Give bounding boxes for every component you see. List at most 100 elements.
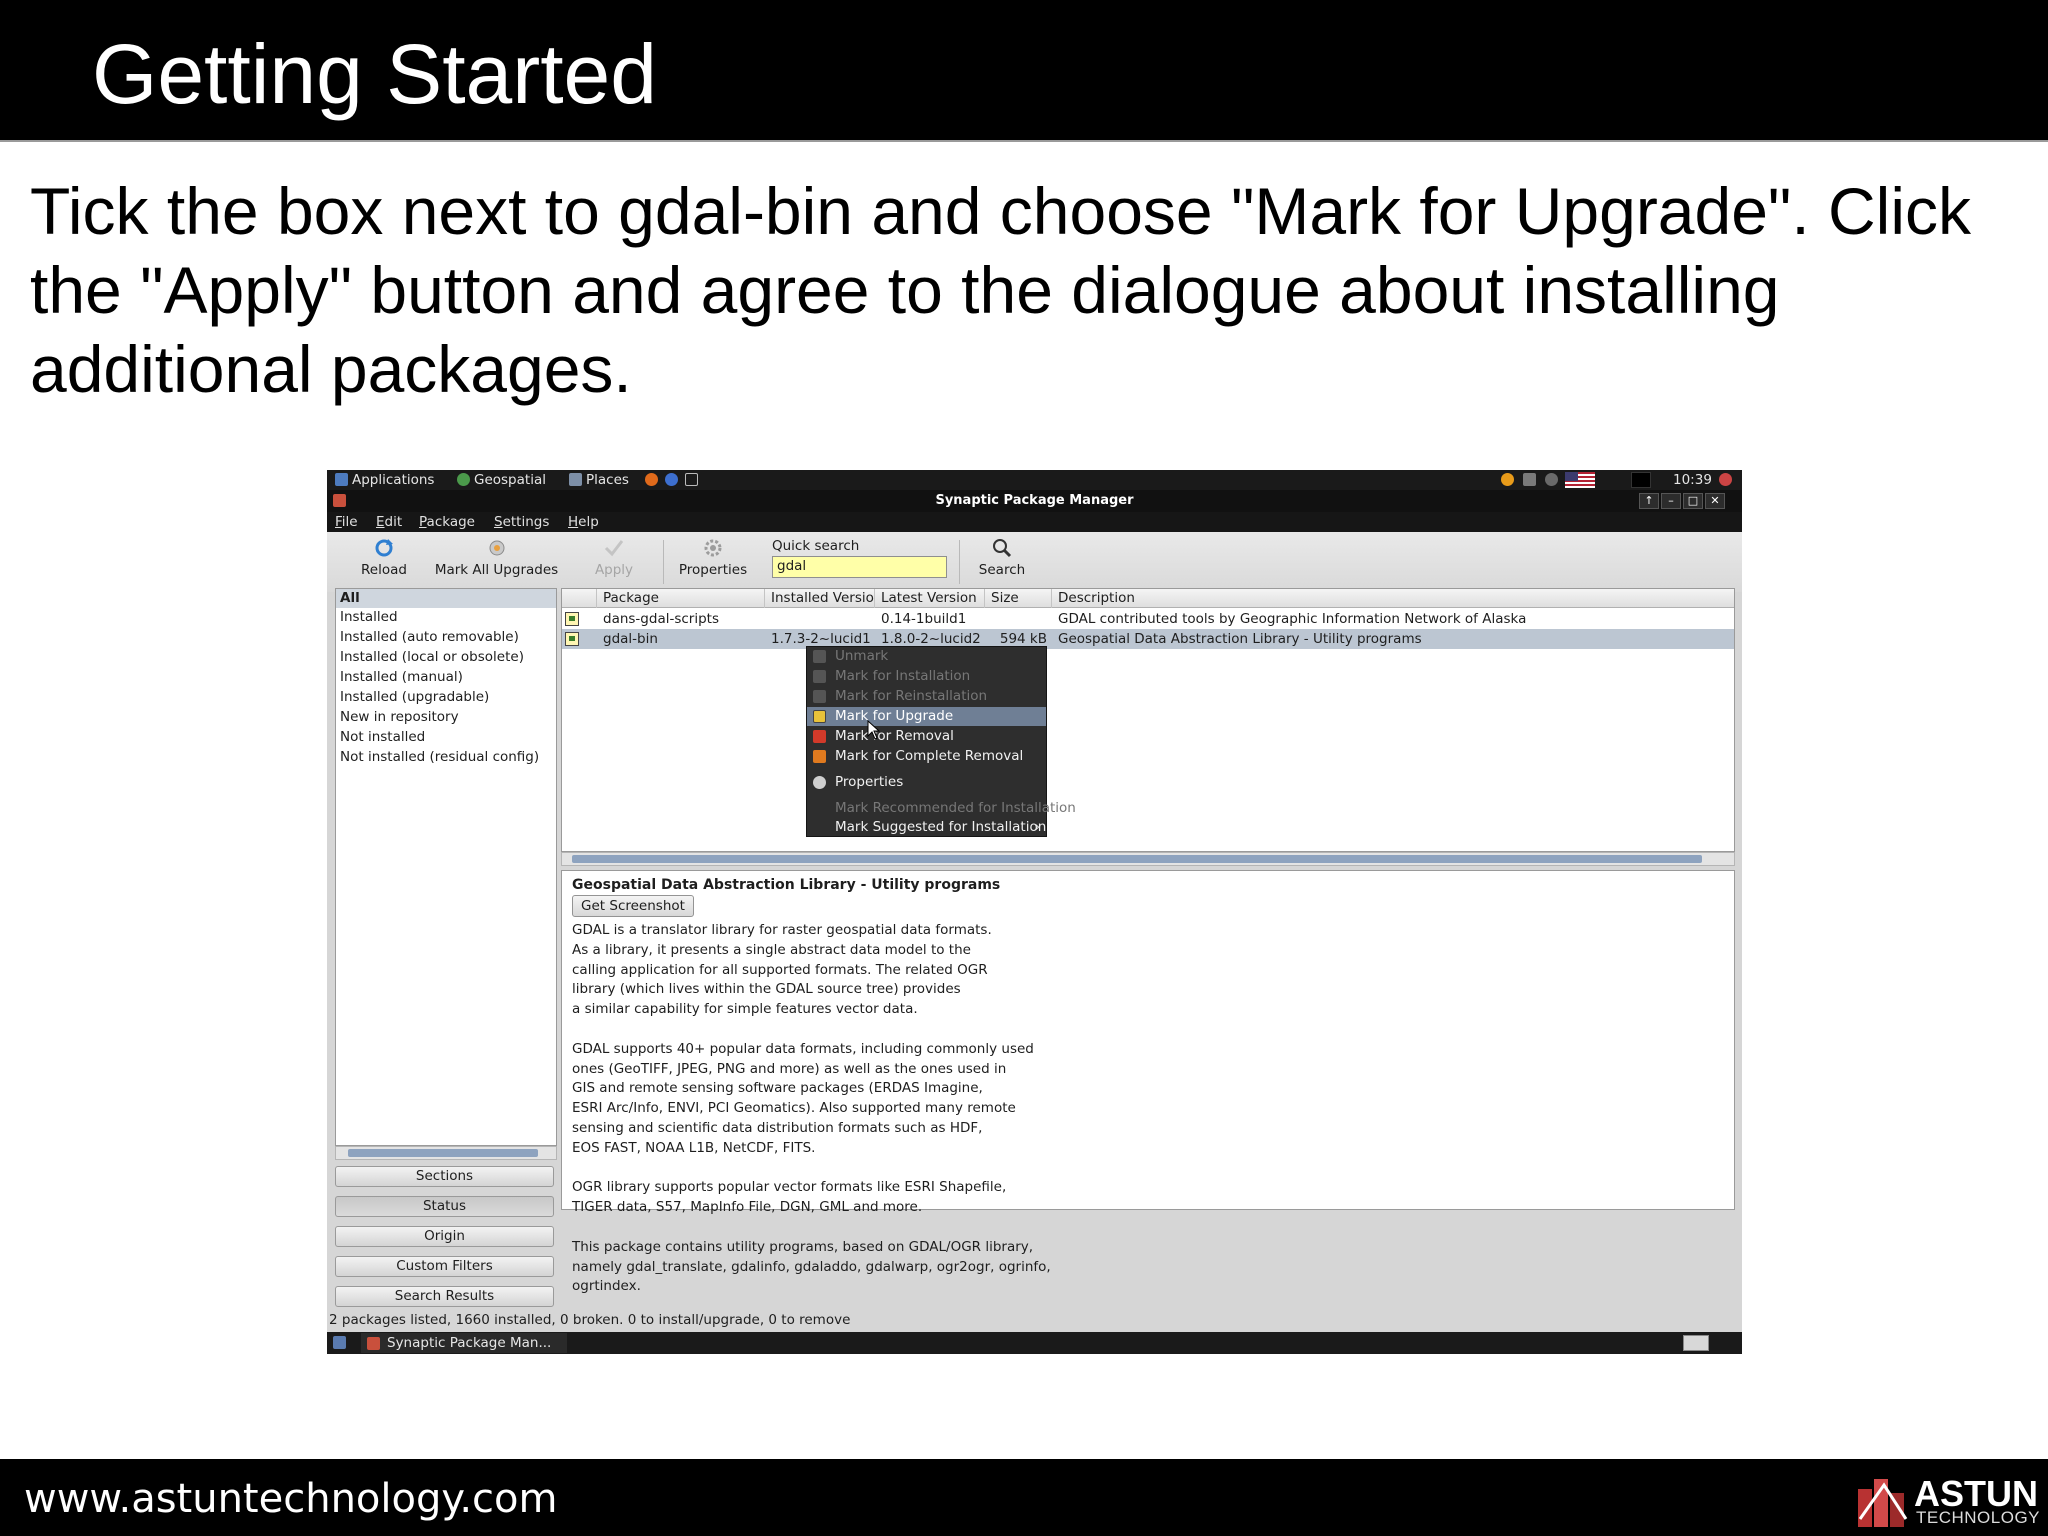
window-close-button[interactable]: ✕: [1705, 493, 1725, 509]
mark-all-upgrades-button[interactable]: Mark All Upgrades: [429, 538, 564, 578]
menu-file[interactable]: File: [335, 514, 358, 530]
applications-icon: [335, 473, 348, 486]
window-titlebar[interactable]: Synaptic Package Manager ↑ – □ ✕: [327, 490, 1742, 512]
menu-item-properties[interactable]: Properties: [807, 773, 1046, 792]
menu-item-mark-recommended[interactable]: Mark Recommended for Installation: [807, 799, 1076, 818]
filter-list-scrollbar[interactable]: [335, 1146, 557, 1160]
toolbar-separator: [663, 540, 664, 584]
menu-item-unmark[interactable]: Unmark: [807, 647, 1046, 666]
package-description: GDAL contributed tools by Geographic Inf…: [1058, 611, 1527, 627]
menu-item-mark-for-complete-removal[interactable]: Mark for Complete Removal: [807, 747, 1046, 766]
cpu-monitor-icon: [1631, 472, 1651, 492]
window-title: Synaptic Package Manager: [935, 493, 1134, 508]
firefox-launcher-icon[interactable]: [645, 472, 662, 488]
panel-applications-menu[interactable]: Applications: [335, 472, 434, 488]
custom-filters-button[interactable]: Custom Filters: [335, 1256, 554, 1277]
package-status-checkbox[interactable]: [565, 632, 579, 646]
panel-geospatial-menu[interactable]: Geospatial: [457, 472, 546, 488]
get-screenshot-button[interactable]: Get Screenshot: [572, 895, 694, 917]
origin-button[interactable]: Origin: [335, 1226, 554, 1247]
menu-item-mark-for-installation[interactable]: Mark for Installation: [807, 667, 1046, 686]
reload-button[interactable]: Reload: [355, 538, 413, 578]
quick-search-input[interactable]: gdal: [772, 556, 947, 578]
filter-item-not-installed[interactable]: Not installed: [340, 728, 425, 747]
synaptic-app-icon: [367, 1337, 380, 1350]
column-header-installed-version[interactable]: Installed Version: [765, 589, 875, 608]
volume-icon[interactable]: [1545, 472, 1562, 488]
help-launcher-icon[interactable]: [665, 472, 682, 488]
window-maximize-button[interactable]: □: [1683, 493, 1703, 509]
top-panel: Applications Geospatial Places 10:39: [327, 470, 1742, 490]
menubar: File Edit Package Settings Help: [327, 512, 1742, 532]
menu-item-mark-for-reinstallation[interactable]: Mark for Reinstallation: [807, 687, 1046, 706]
filter-list: All Installed Installed (auto removable)…: [335, 588, 557, 1146]
network-icon[interactable]: [1523, 472, 1540, 488]
filter-item-installed-local-obsolete[interactable]: Installed (local or obsolete): [340, 648, 524, 667]
properties-button[interactable]: Properties: [673, 538, 753, 578]
synaptic-screenshot: Applications Geospatial Places 10:39 Syn…: [327, 470, 1742, 1354]
taskbar-window-button[interactable]: Synaptic Package Man...: [361, 1333, 567, 1353]
bottom-taskbar: Synaptic Package Man...: [327, 1332, 1742, 1354]
gear-icon: [813, 776, 826, 789]
window-minimize-button[interactable]: –: [1661, 493, 1681, 509]
scrollbar-thumb[interactable]: [572, 855, 1702, 863]
filter-item-installed-upgradable[interactable]: Installed (upgradable): [340, 688, 489, 707]
package-details-title: Geospatial Data Abstraction Library - Ut…: [572, 877, 1001, 893]
trash-applet-icon[interactable]: [1683, 1335, 1709, 1351]
filter-item-not-installed-residual[interactable]: Not installed (residual config): [340, 748, 539, 767]
header-divider: [0, 140, 2048, 142]
purge-icon: [813, 750, 826, 763]
package-details-pane: Geospatial Data Abstraction Library - Ut…: [561, 870, 1735, 1294]
footer-url: www.astuntechnology.com: [24, 1476, 558, 1522]
astun-logo-mark-icon: [1858, 1479, 1908, 1527]
filter-item-new-in-repository[interactable]: New in repository: [340, 708, 459, 727]
package-description-text: GDAL is a translator library for raster …: [572, 922, 1051, 1295]
shutdown-icon[interactable]: [1719, 472, 1736, 488]
column-header-size[interactable]: Size: [985, 589, 1052, 608]
panel-places-menu[interactable]: Places: [569, 472, 629, 488]
menu-edit[interactable]: Edit: [376, 514, 402, 530]
filter-item-installed[interactable]: Installed: [340, 608, 398, 627]
search-results-button[interactable]: Search Results: [335, 1286, 554, 1307]
window-up-button[interactable]: ↑: [1639, 493, 1659, 509]
astun-logo-subtitle: TECHNOLOGY: [1916, 1508, 2041, 1527]
menu-item-mark-suggested[interactable]: Mark Suggested for Installation ›: [807, 818, 1046, 837]
scrollbar-thumb[interactable]: [348, 1149, 538, 1157]
upgrade-icon: [813, 710, 826, 723]
table-row[interactable]: gdal-bin 1.7.3-2~lucid1 1.8.0-2~lucid2 5…: [562, 629, 1734, 649]
column-header-package[interactable]: Package: [597, 589, 765, 608]
package-name: gdal-bin: [603, 631, 658, 647]
package-table-scrollbar[interactable]: [561, 852, 1735, 866]
table-row[interactable]: dans-gdal-scripts 0.14-1build1 GDAL cont…: [562, 609, 1734, 629]
filter-item-all[interactable]: All: [336, 589, 556, 608]
menu-help[interactable]: Help: [568, 514, 599, 530]
show-desktop-icon[interactable]: [333, 1336, 346, 1349]
package-status-checkbox[interactable]: [565, 612, 579, 626]
package-table: Package Installed Version Latest Version…: [561, 588, 1735, 852]
filter-item-installed-manual[interactable]: Installed (manual): [340, 668, 463, 687]
menu-package[interactable]: Package: [419, 514, 475, 530]
status-button[interactable]: Status: [335, 1196, 554, 1217]
update-notifier-icon[interactable]: [1501, 472, 1518, 488]
package-name: dans-gdal-scripts: [603, 611, 719, 627]
column-header-latest-version[interactable]: Latest Version: [875, 589, 985, 608]
status-bar: 2 packages listed, 1660 installed, 0 bro…: [327, 1310, 1742, 1330]
toolbar-separator: [959, 540, 960, 584]
filter-item-installed-auto-removable[interactable]: Installed (auto removable): [340, 628, 519, 647]
menu-item-mark-for-upgrade[interactable]: Mark for Upgrade: [807, 707, 1046, 726]
reload-icon: [375, 539, 393, 557]
menu-item-mark-for-removal[interactable]: Mark for Removal: [807, 727, 1046, 746]
keyboard-layout-flag-icon[interactable]: [1565, 472, 1595, 492]
folder-icon: [569, 473, 582, 486]
menu-settings[interactable]: Settings: [494, 514, 549, 530]
panel-clock[interactable]: 10:39: [1673, 472, 1712, 488]
terminal-launcher-icon[interactable]: [685, 472, 702, 488]
slide-title: Getting Started: [92, 27, 657, 121]
search-button[interactable]: Search: [975, 538, 1029, 578]
column-header-status[interactable]: [562, 589, 597, 608]
sections-button[interactable]: Sections: [335, 1166, 554, 1187]
submenu-arrow-icon: ›: [1034, 820, 1040, 835]
column-header-description[interactable]: Description: [1052, 589, 1734, 608]
slide-body-text: Tick the box next to gdal-bin and choose…: [30, 174, 1972, 406]
apply-button[interactable]: Apply: [589, 538, 639, 578]
